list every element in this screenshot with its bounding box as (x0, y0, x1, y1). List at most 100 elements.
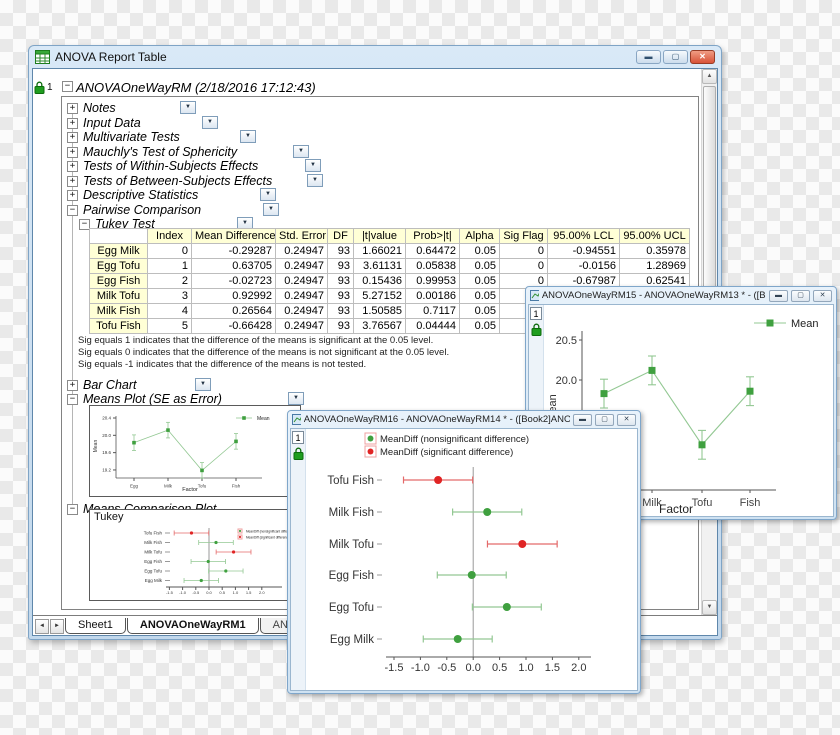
table-cell: -0.94551 (548, 244, 620, 259)
tree-item-label: Pairwise Comparison (83, 203, 201, 217)
tree-item: +Notes▼ (67, 102, 667, 116)
svg-text:Milk Fish: Milk Fish (144, 540, 162, 545)
tree-item: +Descriptive Statistics▼ (67, 189, 667, 203)
expand-toggle[interactable]: − (67, 504, 78, 515)
scroll-down-button[interactable]: ▼ (702, 600, 717, 615)
table-cell: Egg Tofu (90, 259, 148, 274)
svg-text:Milk Fish: Milk Fish (329, 507, 374, 519)
dropdown-button[interactable]: ▼ (260, 188, 276, 201)
page-number-badge[interactable]: 1 (530, 307, 542, 320)
dropdown-button[interactable]: ▼ (263, 203, 279, 216)
expand-toggle[interactable]: + (67, 147, 78, 158)
svg-text:MeanDiff (nonsignificant diffe: MeanDiff (nonsignificant difference) (380, 434, 529, 445)
table-cell: 0.05 (460, 319, 500, 334)
table-cell: 5 (148, 319, 192, 334)
table-cell: 4 (148, 304, 192, 319)
means-comparison-thumbnail: Tukey MeanDiff (nonsignificant differenc… (89, 509, 301, 601)
expand-toggle[interactable]: + (67, 190, 78, 201)
close-button[interactable]: ✕ (813, 290, 832, 302)
tab-scroll-left[interactable]: ◄ (35, 619, 49, 634)
svg-text:Egg Tofu: Egg Tofu (144, 569, 162, 574)
table-cell: Egg Milk (90, 244, 148, 259)
expand-toggle[interactable]: − (67, 205, 78, 216)
collapse-toggle[interactable]: − (62, 81, 73, 92)
restore-button[interactable]: ▢ (791, 290, 810, 302)
scrollbar-thumb[interactable] (703, 86, 716, 298)
dropdown-button[interactable]: ▼ (307, 174, 323, 187)
table-cell: 0 (148, 244, 192, 259)
tree-item: +Input Data▼ (67, 117, 667, 131)
table-cell: 0.24947 (276, 319, 328, 334)
minimize-button[interactable]: ▬ (573, 414, 592, 426)
tree-item-label: Means Plot (SE as Error) (83, 392, 222, 406)
expand-toggle[interactable]: + (67, 380, 78, 391)
svg-text:-1.0: -1.0 (179, 590, 187, 595)
rm16-title-bar[interactable]: ANOVAOneWayRM16 - ANOVAOneWayRM14 * - ([… (288, 411, 640, 428)
svg-text:19.6: 19.6 (102, 450, 111, 455)
maximize-button[interactable]: ▢ (663, 50, 688, 64)
dropdown-button[interactable]: ▼ (180, 101, 196, 114)
page-number-badge[interactable]: 1 (292, 431, 304, 444)
expand-toggle[interactable]: + (67, 161, 78, 172)
dropdown-button[interactable]: ▼ (195, 378, 211, 391)
table-cell: 3 (148, 289, 192, 304)
lock-icon (293, 447, 304, 460)
dropdown-button[interactable]: ▼ (202, 116, 218, 129)
tukey-mini-title: Tukey (90, 510, 300, 524)
svg-text:Tofu Fish: Tofu Fish (327, 475, 374, 487)
close-button[interactable]: ✕ (690, 50, 715, 64)
svg-text:1.5: 1.5 (545, 662, 560, 674)
expand-toggle[interactable]: + (67, 132, 78, 143)
expand-toggle[interactable]: + (67, 103, 78, 114)
expand-toggle[interactable]: − (67, 394, 78, 405)
tab-scroll-right[interactable]: ► (50, 619, 64, 634)
sheet-tab[interactable]: ANOVAOneWayRM1 (127, 618, 259, 634)
graph-icon (292, 414, 301, 425)
rm15-title-bar[interactable]: ANOVAOneWayRM15 - ANOVAOneWayRM13 * - ([… (526, 287, 836, 304)
means-comparison-chart: MeanDiff (nonsignificant difference) Mean… (306, 429, 638, 691)
close-button[interactable]: ✕ (617, 414, 636, 426)
tree-item-label: Mauchly's Test of Sphericity (83, 145, 237, 159)
expand-toggle[interactable]: + (67, 118, 78, 129)
table-cell: -0.02723 (192, 274, 276, 289)
svg-text:Factor: Factor (659, 502, 693, 516)
svg-text:19.2: 19.2 (102, 468, 111, 473)
scroll-up-button[interactable]: ▲ (702, 69, 717, 84)
svg-text:MeanDiff (significant differen: MeanDiff (significant difference) (380, 447, 513, 458)
main-title-bar[interactable]: ANOVA Report Table ▬ ▢ ✕ (29, 46, 721, 68)
table-header-cell: Index (148, 229, 192, 244)
svg-text:0.5: 0.5 (492, 662, 507, 674)
expand-toggle[interactable]: + (67, 176, 78, 187)
means-comparison-mini-chart: MeanDiff (nonsignificant difference)Mean… (90, 524, 300, 598)
rm16-content: 1 MeanDiff (nonsignificant difference)Me… (290, 428, 638, 691)
minimize-button[interactable]: ▬ (636, 50, 661, 64)
tree-item: −Pairwise Comparison ▼ (67, 204, 667, 218)
tree-item-label: Multivariate Tests (83, 130, 180, 144)
dropdown-button[interactable]: ▼ (288, 392, 304, 405)
minimize-button[interactable]: ▬ (769, 290, 788, 302)
svg-text:Milk Tofu: Milk Tofu (144, 550, 162, 555)
table-cell: 0.05 (460, 304, 500, 319)
table-cell: Milk Tofu (90, 289, 148, 304)
table-header-cell: 95.00% LCL (548, 229, 620, 244)
sheet-tab[interactable]: Sheet1 (65, 618, 126, 634)
table-cell: Milk Fish (90, 304, 148, 319)
svg-text:Milk: Milk (164, 484, 173, 489)
dropdown-button[interactable]: ▼ (293, 145, 309, 158)
svg-text:-1.0: -1.0 (411, 662, 430, 674)
table-cell: 0.00186 (406, 289, 460, 304)
dropdown-button[interactable]: ▼ (240, 130, 256, 143)
svg-text:-0.5: -0.5 (192, 590, 200, 595)
table-cell: 0.7117 (406, 304, 460, 319)
table-cell: 0.05 (460, 289, 500, 304)
svg-text:2.0: 2.0 (571, 662, 586, 674)
table-cell: 2 (148, 274, 192, 289)
table-cell: 0 (500, 244, 548, 259)
dropdown-button[interactable]: ▼ (305, 159, 321, 172)
svg-text:Mean: Mean (257, 416, 270, 422)
table-cell: 1.50585 (354, 304, 406, 319)
restore-button[interactable]: ▢ (595, 414, 614, 426)
table-header-cell: DF (328, 229, 354, 244)
svg-text:Fish: Fish (740, 497, 761, 509)
graph-window-rm16: ANOVAOneWayRM16 - ANOVAOneWayRM14 * - ([… (287, 410, 641, 694)
